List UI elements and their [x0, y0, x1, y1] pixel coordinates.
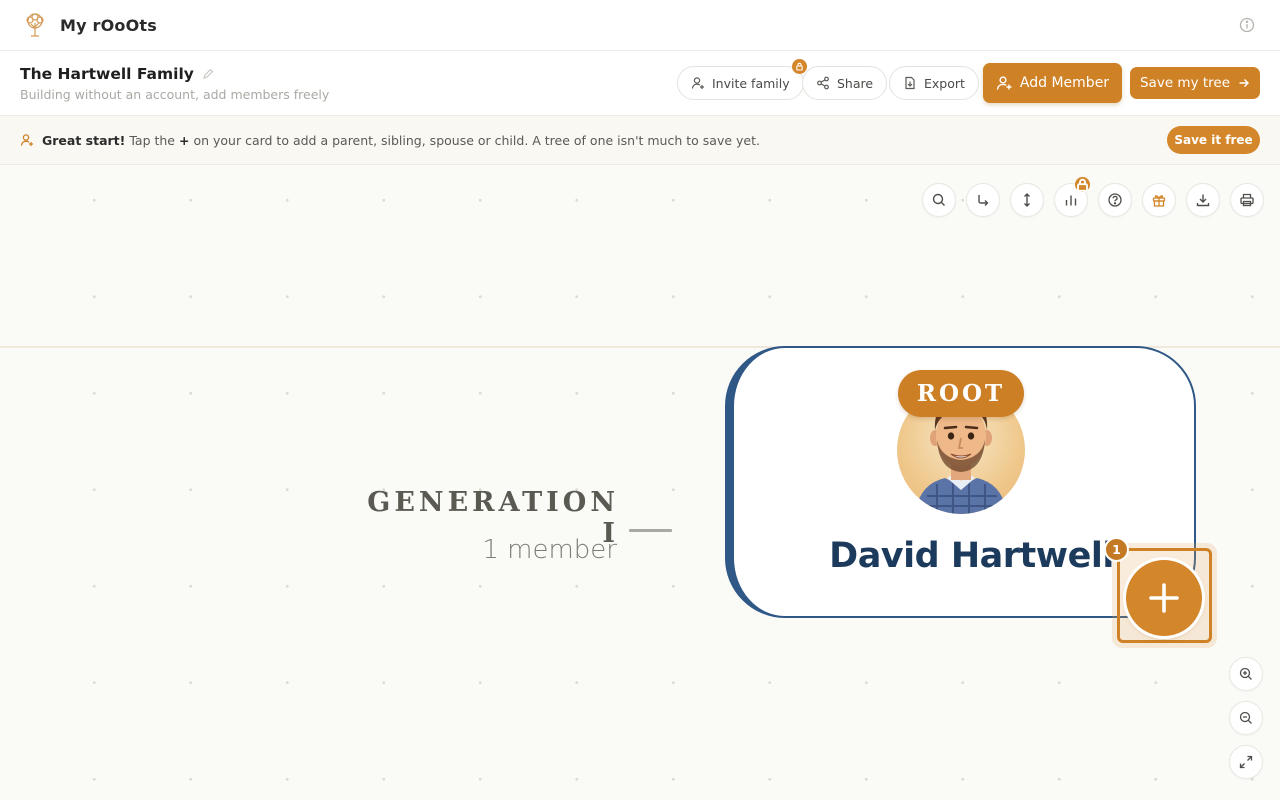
vertical-expand-icon	[1024, 193, 1030, 207]
export-file-icon	[903, 76, 917, 90]
tip-text: Great start! Tap the + on your card to a…	[42, 133, 760, 148]
invite-family-label: Invite family	[712, 75, 790, 91]
stats-icon	[1065, 195, 1077, 206]
download-button[interactable]	[1186, 183, 1220, 217]
zoom-controls	[1229, 657, 1263, 779]
add-member-label: Add Member	[1019, 75, 1110, 91]
vertical-expand-button[interactable]	[1010, 183, 1044, 217]
pencil-icon[interactable]	[202, 68, 214, 80]
generation-member-count: 1 member	[482, 535, 617, 565]
arrow-right-icon	[1238, 77, 1250, 89]
add-user-icon	[20, 133, 34, 147]
export-label: Export	[924, 75, 965, 91]
save-my-tree-button[interactable]: Save my tree	[1130, 67, 1260, 99]
search-icon	[932, 193, 945, 206]
lock-icon	[791, 59, 807, 74]
step-badge: 1	[1104, 537, 1129, 562]
share-label: Share	[837, 75, 874, 91]
add-user-icon	[996, 75, 1012, 91]
help-icon	[1108, 193, 1122, 207]
info-icon[interactable]	[1238, 16, 1256, 34]
tip-lead: Great start!	[42, 132, 126, 148]
print-icon	[1240, 193, 1254, 207]
fullscreen-icon	[1239, 755, 1253, 769]
tip-before-plus: Tap the	[129, 132, 175, 148]
print-button[interactable]	[1230, 183, 1264, 217]
family-title[interactable]: The Hartwell Family	[20, 65, 194, 83]
app-name: My rOoOts	[60, 15, 157, 35]
add-member-button[interactable]: Add Member	[983, 63, 1122, 103]
zoom-in-icon	[1239, 667, 1252, 680]
family-header: The Hartwell Family Building without an …	[0, 51, 1280, 116]
fullscreen-button[interactable]	[1229, 745, 1263, 779]
share-button[interactable]: Share	[802, 66, 888, 100]
invite-family-button[interactable]: Invite family	[677, 59, 807, 100]
tip-after-plus: on your card to add a parent, sibling, s…	[193, 132, 760, 148]
family-title-row: The Hartwell Family	[20, 65, 214, 83]
canvas-toolbar	[922, 177, 1264, 217]
save-it-free-button[interactable]: Save it free	[1167, 126, 1260, 154]
share-icon	[816, 76, 830, 90]
family-subtitle: Building without an account, add members…	[20, 87, 330, 102]
brand[interactable]: My rOoOts	[20, 10, 157, 40]
stats-button[interactable]	[1054, 177, 1090, 217]
root-badge: ROOT	[898, 370, 1024, 417]
zoom-out-button[interactable]	[1229, 701, 1263, 735]
tip-banner: Great start! Tap the + on your card to a…	[0, 116, 1280, 165]
search-button[interactable]	[922, 183, 956, 217]
add-user-icon	[691, 76, 705, 90]
save-my-tree-label: Save my tree	[1139, 75, 1231, 91]
tip-plus: +	[178, 132, 190, 148]
help-button[interactable]	[1098, 183, 1132, 217]
plus-icon	[1149, 583, 1179, 613]
reroute-button[interactable]	[966, 183, 1000, 217]
top-nav: My rOoOts	[0, 0, 1280, 51]
generation-connector	[629, 529, 672, 532]
zoom-out-icon	[1239, 711, 1252, 724]
add-relative-button[interactable]	[1126, 560, 1202, 636]
lock-icon	[1075, 177, 1090, 192]
tree-logo-icon	[20, 10, 50, 40]
reroute-icon	[978, 195, 989, 206]
gift-icon	[1152, 195, 1166, 207]
zoom-in-button[interactable]	[1229, 657, 1263, 691]
tree-canvas[interactable]: GENERATION I 1 member David Hartwell ROO…	[0, 165, 1280, 800]
download-icon	[1196, 194, 1210, 207]
export-button[interactable]: Export	[889, 66, 979, 100]
gift-button[interactable]	[1142, 183, 1176, 217]
